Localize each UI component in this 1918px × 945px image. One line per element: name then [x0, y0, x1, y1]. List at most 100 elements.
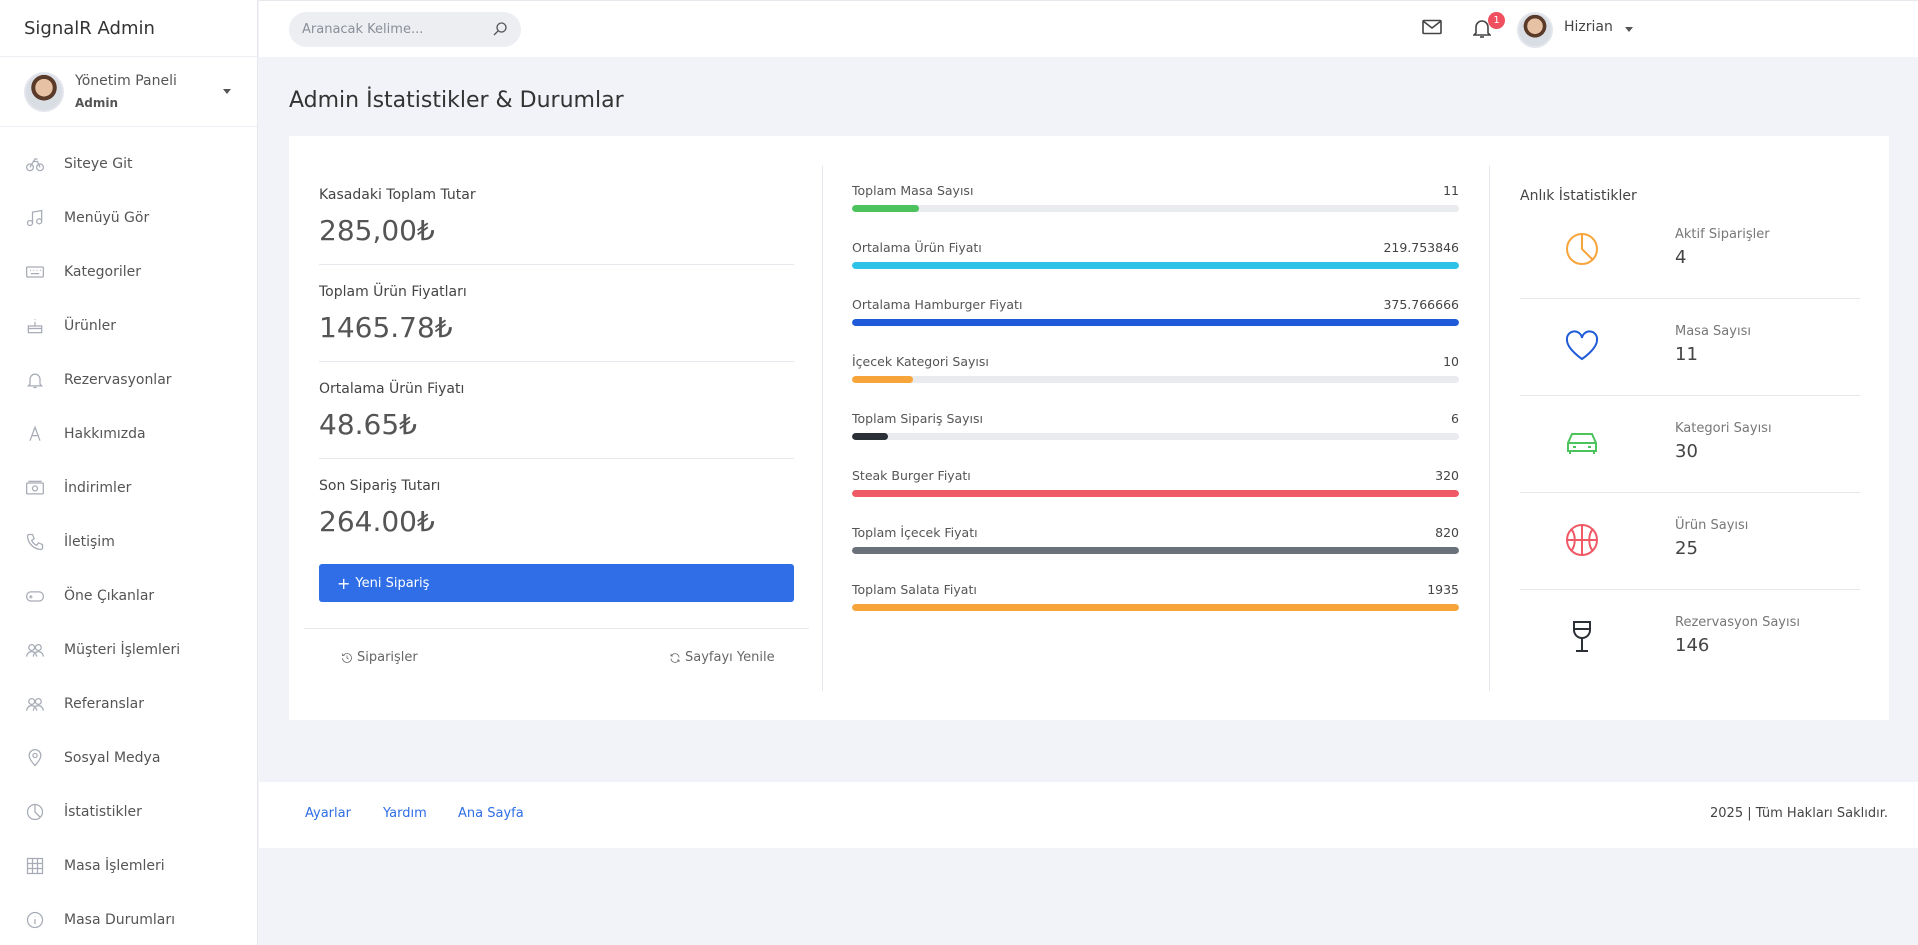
notification-badge: 1	[1488, 12, 1505, 29]
live-stat-label: Masa Sayısı	[1675, 324, 1751, 339]
progress-fill	[852, 319, 1459, 326]
refresh-link[interactable]: Sayfayı Yenile	[669, 650, 775, 665]
progress-row: Steak Burger Fiyatı 320	[852, 468, 1459, 497]
sidebar-item-label: Ürünler	[64, 318, 117, 334]
stat-toplam-urun: Toplam Ürün Fiyatları 1465.78₺	[319, 284, 794, 344]
profile-role: Admin	[75, 96, 119, 110]
search-input[interactable]	[289, 22, 479, 37]
stat-label: Son Sipariş Tutarı	[319, 478, 441, 494]
caret-down-icon[interactable]	[223, 89, 231, 94]
search-icon[interactable]	[491, 20, 509, 42]
live-stat-value: 146	[1675, 635, 1710, 656]
progress-row: Ortalama Ürün Fiyatı 219.753846	[852, 240, 1459, 269]
divider	[319, 264, 794, 265]
progress-label: Toplam Sipariş Sayısı	[852, 411, 983, 426]
progress-fill	[852, 262, 1459, 269]
sidebar-nav: Siteye Git Menüyü Gör Kategoriler Ürünle…	[0, 137, 257, 945]
sidebar-item-label: Menüyü Gör	[64, 210, 150, 226]
bicycle-icon	[24, 153, 46, 175]
progress-track	[852, 376, 1459, 383]
live-stat-value: 11	[1675, 344, 1698, 365]
sidebar-item-menuyu-gor[interactable]: Menüyü Gör	[0, 191, 257, 245]
live-stat-label: Rezervasyon Sayısı	[1675, 615, 1800, 630]
progress-label: Toplam Salata Fiyatı	[852, 582, 977, 597]
sidebar-item-label: Masa İşlemleri	[64, 858, 165, 874]
font-icon	[24, 423, 46, 445]
sidebar-item-rezervasyonlar[interactable]: Rezervasyonlar	[0, 353, 257, 407]
sidebar-item-urunler[interactable]: Ürünler	[0, 299, 257, 353]
column-divider	[822, 166, 823, 691]
progress-track	[852, 547, 1459, 554]
progress-label: İçecek Kategori Sayısı	[852, 354, 989, 369]
progress-row: İçecek Kategori Sayısı 10	[852, 354, 1459, 383]
stat-value: 264.00₺	[319, 505, 435, 538]
new-order-button[interactable]: + Yeni Sipariş	[319, 564, 794, 602]
live-stat-value: 4	[1675, 247, 1687, 268]
progress-fill	[852, 490, 1459, 497]
progress-fill	[852, 376, 913, 383]
caret-down-icon[interactable]	[1625, 27, 1633, 32]
progress-track	[852, 604, 1459, 611]
sidebar-item-iletisim[interactable]: İletişim	[0, 515, 257, 569]
new-order-label: Yeni Sipariş	[355, 575, 430, 591]
progress-row: Toplam İçecek Fiyatı 820	[852, 525, 1459, 554]
divider	[1520, 395, 1860, 396]
info-icon	[24, 909, 46, 931]
sidebar-item-kategoriler[interactable]: Kategoriler	[0, 245, 257, 299]
progress-value: 375.766666	[1383, 297, 1459, 312]
column-divider	[1489, 166, 1490, 691]
live-stat-label: Kategori Sayısı	[1675, 421, 1772, 436]
footer-link-ana-sayfa[interactable]: Ana Sayfa	[458, 806, 524, 821]
keyboard-icon	[24, 261, 46, 283]
divider	[304, 628, 809, 629]
sidebar-profile[interactable]: Yönetim Paneli Admin	[0, 57, 257, 127]
pie-chart-icon	[1562, 229, 1602, 269]
heart-icon	[1562, 326, 1602, 366]
basketball-icon	[1562, 520, 1602, 560]
sidebar-item-indirimler[interactable]: İndirimler	[0, 461, 257, 515]
sidebar-item-one-cikanlar[interactable]: Öne Çıkanlar	[0, 569, 257, 623]
sidebar-item-siteye-git[interactable]: Siteye Git	[0, 137, 257, 191]
stat-label: Ortalama Ürün Fiyatı	[319, 381, 465, 397]
sidebar-item-istatistikler[interactable]: İstatistikler	[0, 785, 257, 839]
bell-icon	[24, 369, 46, 391]
stat-son-siparis: Son Sipariş Tutarı 264.00₺	[319, 478, 794, 538]
stat-ortalama-urun: Ortalama Ürün Fiyatı 48.65₺	[319, 381, 794, 441]
mail-icon[interactable]	[1422, 19, 1442, 39]
sidebar-item-label: Hakkımızda	[64, 426, 146, 442]
sidebar-item-label: Rezervasyonlar	[64, 372, 172, 388]
users-icon	[24, 693, 46, 715]
live-stat-label: Ürün Sayısı	[1675, 518, 1749, 533]
phone-icon	[24, 531, 46, 553]
divider	[319, 458, 794, 459]
progress-track	[852, 490, 1459, 497]
sidebar-item-label: Referanslar	[64, 696, 144, 712]
gamepad-icon	[24, 585, 46, 607]
footer-link-yardim[interactable]: Yardım	[383, 806, 427, 821]
footer-link-ayarlar[interactable]: Ayarlar	[305, 806, 351, 821]
sidebar-item-musteri-islemleri[interactable]: Müşteri İşlemleri	[0, 623, 257, 677]
progress-track	[852, 433, 1459, 440]
progress-track	[852, 319, 1459, 326]
progress-label: Toplam İçecek Fiyatı	[852, 525, 978, 540]
plus-icon: +	[337, 573, 351, 593]
user-avatar[interactable]	[1517, 12, 1553, 48]
cake-icon	[24, 315, 46, 337]
sidebar-item-hakkimizda[interactable]: Hakkımızda	[0, 407, 257, 461]
progress-track	[852, 262, 1459, 269]
copyright: 2025 | Tüm Hakları Saklıdır.	[1710, 806, 1888, 821]
progress-label: Ortalama Ürün Fiyatı	[852, 240, 982, 255]
sidebar-item-sosyal-medya[interactable]: Sosyal Medya	[0, 731, 257, 785]
progress-fill	[852, 547, 1459, 554]
progress-value: 10	[1443, 354, 1459, 369]
sidebar-item-referanslar[interactable]: Referanslar	[0, 677, 257, 731]
sidebar-item-masa-islemleri[interactable]: Masa İşlemleri	[0, 839, 257, 893]
sidebar-item-masa-durumlari[interactable]: Masa Durumları	[0, 893, 257, 945]
user-name[interactable]: Hizrian	[1564, 19, 1613, 35]
app-title[interactable]: SignalR Admin	[0, 0, 257, 57]
orders-link[interactable]: Siparişler	[341, 650, 418, 665]
money-icon	[24, 477, 46, 499]
progress-label: Ortalama Hamburger Fiyatı	[852, 297, 1023, 312]
wine-glass-icon	[1562, 617, 1602, 657]
progress-row: Toplam Sipariş Sayısı 6	[852, 411, 1459, 440]
